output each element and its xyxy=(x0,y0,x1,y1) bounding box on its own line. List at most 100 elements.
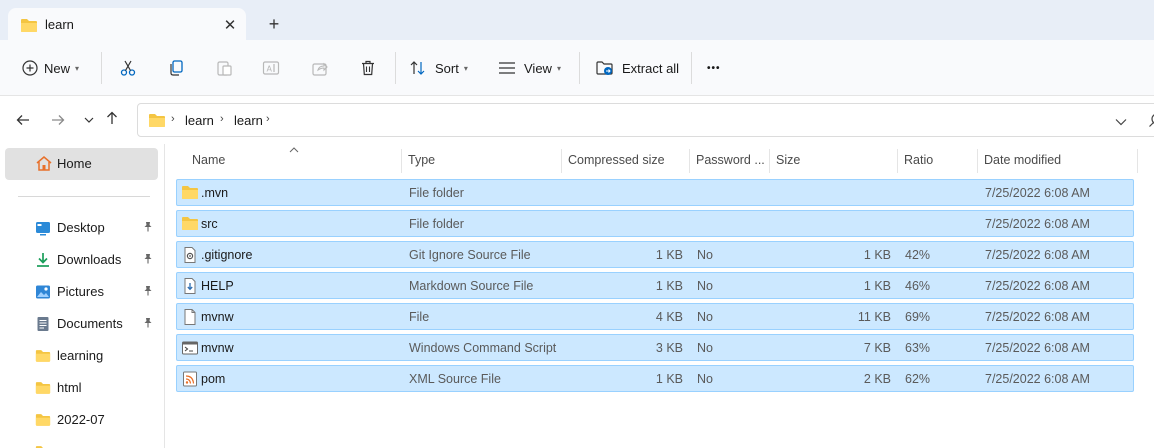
file-type: Markdown Source File xyxy=(409,279,534,293)
column-divider[interactable] xyxy=(897,149,898,173)
sidebar-item-pictures[interactable]: Pictures xyxy=(0,276,166,308)
sidebar-item-html[interactable]: html xyxy=(0,372,166,404)
file-compressed-size: 1 KB xyxy=(655,372,683,386)
markdown-file-icon xyxy=(181,277,199,295)
rename-icon[interactable]: A xyxy=(259,56,283,80)
folder-icon xyxy=(20,17,38,36)
breadcrumb-item[interactable]: learn xyxy=(185,113,214,128)
settings-file-icon xyxy=(181,246,199,264)
sidebar-item-downloads[interactable]: Downloads xyxy=(0,244,166,276)
view-icon xyxy=(498,61,516,75)
command-bar: New ▾ A Sort ▾ View ▾ Extract all ••• xyxy=(0,40,1154,96)
breadcrumb-item[interactable]: learn xyxy=(234,113,263,128)
column-header-ratio[interactable]: Ratio xyxy=(904,153,933,167)
file-name: HELP xyxy=(201,279,234,293)
file-ratio: 46% xyxy=(905,279,931,293)
column-divider[interactable] xyxy=(1137,149,1138,173)
view-button[interactable]: View ▾ xyxy=(498,54,561,82)
breadcrumb-chevron-icon[interactable]: › xyxy=(266,113,270,125)
column-divider[interactable] xyxy=(561,149,562,173)
recent-locations-icon[interactable] xyxy=(77,108,101,132)
column-header-type[interactable]: Type xyxy=(408,153,435,167)
new-button[interactable]: New ▾ xyxy=(22,54,79,82)
sidebar-item-label: learning xyxy=(57,348,104,363)
folder-icon xyxy=(35,380,51,396)
chevron-down-icon: ▾ xyxy=(556,63,561,73)
address-bar[interactable]: › learn › learn › xyxy=(137,103,1154,137)
close-tab-icon[interactable]: ✕ xyxy=(220,15,240,35)
pane-divider xyxy=(164,144,165,448)
file-type: File folder xyxy=(409,217,464,231)
sidebar-divider xyxy=(18,196,150,197)
file-date-modified: 7/25/2022 6:08 AM xyxy=(985,186,1090,200)
sidebar-item-2022-07[interactable]: 2022-07 xyxy=(0,404,166,436)
file-name: .gitignore xyxy=(201,248,253,262)
file-compressed-size: 1 KB xyxy=(655,279,683,293)
back-icon[interactable] xyxy=(11,108,35,132)
chevron-down-icon: ▾ xyxy=(75,63,80,73)
column-divider[interactable] xyxy=(977,149,978,173)
file-row[interactable]: .gitignore Git Ignore Source File 1 KB N… xyxy=(176,241,1134,268)
paste-icon[interactable] xyxy=(212,56,236,80)
share-icon[interactable] xyxy=(308,56,332,80)
breadcrumb-chevron-icon[interactable]: › xyxy=(171,113,175,125)
file-size: 7 KB xyxy=(863,341,891,355)
more-icon[interactable]: ••• xyxy=(707,54,721,82)
view-label: View xyxy=(524,60,552,76)
column-header-name[interactable]: Name xyxy=(192,153,225,167)
sidebar-item-home[interactable]: Home xyxy=(5,148,158,180)
sidebar-item-label: 2022-07 xyxy=(57,412,105,427)
file-date-modified: 7/25/2022 6:08 AM xyxy=(985,310,1090,324)
file-row[interactable]: pom XML Source File 1 KB No 2 KB 62% 7/2… xyxy=(176,365,1134,392)
column-header-date-modified[interactable]: Date modified xyxy=(984,153,1061,167)
address-dropdown-icon[interactable] xyxy=(1115,115,1127,129)
file-type: Windows Command Script xyxy=(409,341,557,355)
file-row[interactable]: mvnw Windows Command Script 3 KB No 7 KB… xyxy=(176,334,1134,361)
file-compressed-size: 4 KB xyxy=(655,310,683,324)
column-divider[interactable] xyxy=(401,149,402,173)
file-row[interactable]: .mvn File folder 7/25/2022 6:08 AM xyxy=(176,179,1134,206)
new-label: New xyxy=(44,60,71,76)
file-type: Git Ignore Source File xyxy=(409,248,531,262)
sidebar-item-partial[interactable] xyxy=(0,436,166,448)
file-row[interactable]: src File folder 7/25/2022 6:08 AM xyxy=(176,210,1134,237)
new-tab-button[interactable]: + xyxy=(263,13,285,35)
pictures-icon xyxy=(35,284,51,300)
extract-all-button[interactable]: Extract all xyxy=(596,54,679,82)
file-size: 1 KB xyxy=(863,279,891,293)
file-name: src xyxy=(201,217,218,231)
sidebar-item-label: html xyxy=(57,380,82,395)
home-icon xyxy=(35,155,53,175)
file-type: XML Source File xyxy=(409,372,501,386)
file-row[interactable]: mvnw File 4 KB No 11 KB 69% 7/25/2022 6:… xyxy=(176,303,1134,330)
column-header-compressed-size[interactable]: Compressed size xyxy=(568,153,665,167)
extract-icon xyxy=(596,60,614,76)
column-header-password[interactable]: Password ... xyxy=(696,153,765,167)
copy-icon[interactable] xyxy=(164,56,188,80)
delete-icon[interactable] xyxy=(356,56,380,80)
file-size: 11 KB xyxy=(857,310,891,324)
sort-button[interactable]: Sort ▾ xyxy=(409,54,468,82)
breadcrumb-chevron-icon[interactable]: › xyxy=(220,113,224,125)
file-password: No xyxy=(697,372,713,386)
column-divider[interactable] xyxy=(689,149,690,173)
cut-icon[interactable] xyxy=(116,56,140,80)
forward-icon[interactable] xyxy=(46,108,70,132)
toolbar-divider xyxy=(101,52,102,84)
file-name: pom xyxy=(201,372,226,386)
sidebar-item-documents[interactable]: Documents xyxy=(0,308,166,340)
documents-icon xyxy=(35,316,51,332)
file-type: File xyxy=(409,310,430,324)
sidebar-item-learning[interactable]: learning xyxy=(0,340,166,372)
search-icon[interactable] xyxy=(1148,112,1154,131)
up-icon[interactable] xyxy=(100,106,124,130)
navigation-pane: Home Desktop Downloads Pictures Document… xyxy=(0,144,166,448)
column-header-size[interactable]: Size xyxy=(776,153,800,167)
toolbar-divider xyxy=(579,52,580,84)
folder-icon xyxy=(35,412,51,428)
sidebar-item-desktop[interactable]: Desktop xyxy=(0,212,166,244)
column-divider[interactable] xyxy=(769,149,770,173)
pin-icon xyxy=(143,253,153,267)
file-password: No xyxy=(697,279,713,293)
file-row[interactable]: HELP Markdown Source File 1 KB No 1 KB 4… xyxy=(176,272,1134,299)
